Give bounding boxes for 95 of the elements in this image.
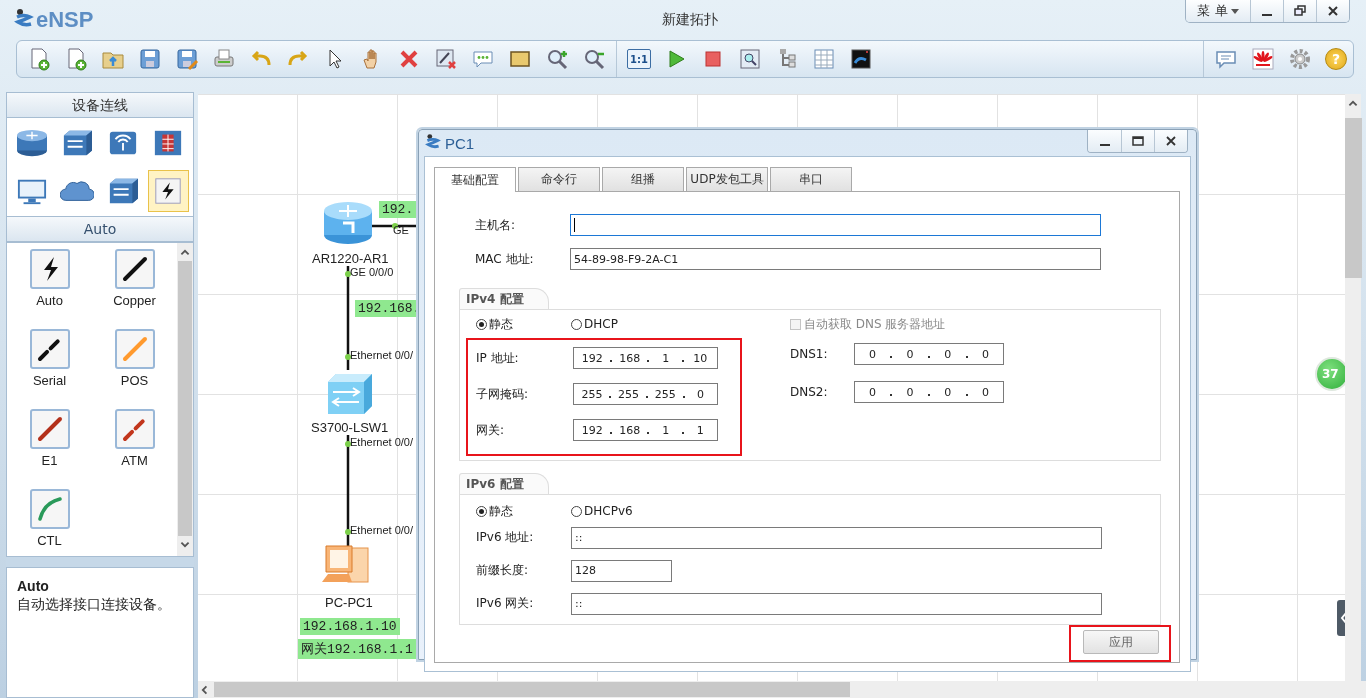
router-icon[interactable] — [322, 199, 374, 245]
node-label: S3700-LSW1 — [311, 420, 389, 435]
field-label: 前缀长度: — [475, 562, 530, 579]
tab[interactable]: 基础配置 — [434, 167, 516, 192]
terminal-icon[interactable] — [849, 47, 873, 71]
field-label: 网关: — [475, 421, 506, 439]
cable-icon[interactable] — [114, 249, 155, 289]
save-as-icon[interactable] — [175, 47, 199, 71]
cable-label: CTL — [37, 533, 62, 548]
restore-button[interactable] — [1283, 0, 1316, 22]
node-label: AR1220-AR1 — [312, 251, 389, 266]
topology-canvas[interactable] — [198, 94, 1345, 681]
field-label: IPv6 网关: — [475, 595, 535, 612]
radio-option[interactable]: DHCP — [571, 317, 666, 331]
maximize-icon — [1132, 135, 1144, 147]
field-label: IP 地址: — [475, 349, 520, 367]
lightning-icon[interactable] — [29, 249, 70, 289]
group-legend: IPv6 配置 — [459, 473, 549, 494]
cable-label: Copper — [113, 293, 156, 308]
close-button[interactable] — [1154, 130, 1187, 152]
app-name: eNSP — [36, 7, 94, 33]
field-label: 子网掩码: — [475, 385, 530, 403]
tab[interactable]: UDP发包工具 — [686, 167, 768, 191]
tab[interactable]: 组播 — [602, 167, 684, 191]
port-label: Ethernet 0/0/ — [350, 436, 413, 448]
mac-field[interactable]: 54-89-98-F9-2A-C1 — [570, 248, 1101, 270]
ip-address-field[interactable]: 192 168 1 10 — [573, 347, 718, 369]
menu-button[interactable]: 菜 单 — [1186, 0, 1250, 22]
apply-button[interactable]: 应用 — [1083, 630, 1159, 654]
radio-button[interactable] — [571, 505, 582, 517]
settings-icon[interactable] — [1288, 47, 1312, 71]
dns-field[interactable]: 0 0 0 0 — [854, 381, 1004, 403]
node-label: PC-PC1 — [325, 595, 373, 610]
lightning-tile[interactable] — [147, 170, 189, 212]
ip-label: 192. — [379, 201, 417, 218]
field-label: DNS2: — [790, 385, 829, 399]
restore-icon — [1294, 5, 1306, 17]
field-label: IPv6 地址: — [475, 529, 535, 546]
ipv6-field[interactable]: :: — [571, 592, 1102, 615]
port-label: Ethernet 0/0/ — [350, 349, 413, 361]
ip-address-field[interactable]: 255 255 255 0 — [573, 383, 718, 405]
close-icon — [1327, 5, 1339, 17]
port-label: GE 0/0/0 — [350, 266, 394, 278]
router-icon — [14, 128, 49, 158]
maximize-button[interactable] — [1121, 130, 1154, 152]
dialog-title: PC1 — [445, 134, 475, 152]
description-title: Auto — [17, 578, 50, 594]
cable-label: ATM — [121, 453, 148, 468]
capture-icon[interactable] — [738, 47, 762, 71]
minimize-icon — [1262, 14, 1272, 16]
caret-icon — [1230, 8, 1239, 14]
minimize-button[interactable] — [1088, 130, 1121, 152]
description-text: 自动选择接口连接设备。 — [17, 596, 172, 613]
cable-label: POS — [120, 373, 149, 388]
minimize-icon — [1099, 144, 1110, 146]
panel-subheader: Auto — [6, 216, 194, 242]
cable-label: E1 — [41, 453, 58, 468]
close-button[interactable] — [1316, 0, 1349, 22]
scrollbar-thumb[interactable] — [178, 261, 192, 536]
radio-option[interactable]: DHCPv6 — [571, 504, 666, 518]
cable-label: Auto — [36, 293, 63, 308]
field-label: 主机名: — [474, 216, 517, 234]
tab[interactable]: 串口 — [770, 167, 852, 191]
minimize-button[interactable] — [1250, 0, 1283, 22]
tab[interactable]: 命令行 — [518, 167, 600, 191]
scrollbar-thumb[interactable] — [214, 682, 850, 697]
radio-button[interactable] — [476, 505, 487, 517]
dns-field[interactable]: 0 0 0 0 — [854, 343, 1004, 365]
zoom-out-icon[interactable] — [582, 47, 606, 71]
port-label: Ethernet 0/0/ — [350, 524, 413, 536]
ip-label: 192.168.1.10 — [300, 618, 400, 635]
zoom-in-icon[interactable] — [545, 47, 569, 71]
panel-header: 设备连线 — [6, 92, 194, 118]
field-label: MAC 地址: — [474, 250, 535, 268]
delete-link-icon[interactable] — [434, 47, 458, 71]
port-label: GE — [393, 224, 409, 236]
cable-icon[interactable] — [29, 409, 70, 449]
hostname-field[interactable] — [570, 214, 1101, 236]
cable-label: Serial — [32, 373, 67, 388]
radio-option[interactable]: 静态 — [476, 502, 571, 520]
radio-button[interactable] — [476, 318, 487, 330]
ip-address-field[interactable]: 192 168 1 1 — [573, 419, 718, 441]
zoom-reset-button[interactable]: 1:1 — [627, 49, 651, 69]
window-title: 新建拓扑 — [661, 11, 718, 27]
save-icon[interactable] — [138, 47, 162, 71]
group-legend: IPv4 配置 — [459, 288, 549, 309]
radio-option[interactable]: 静态 — [476, 315, 571, 333]
ipv6-field[interactable]: 128 — [571, 559, 672, 582]
field-label: DNS1: — [790, 347, 829, 361]
ip-label: 网关192.168.1.1 — [298, 639, 416, 659]
close-icon — [1165, 135, 1177, 147]
radio-button[interactable] — [571, 318, 582, 330]
cable-icon[interactable] — [29, 329, 70, 369]
ipv6-field[interactable]: :: — [571, 526, 1102, 549]
flower-logo-icon[interactable] — [1251, 47, 1275, 71]
